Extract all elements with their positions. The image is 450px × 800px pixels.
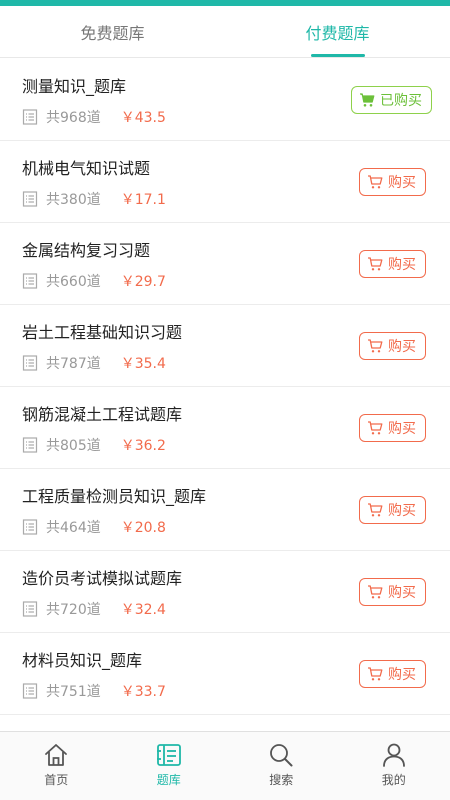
question-count: 共751道 bbox=[46, 684, 101, 700]
button-label: 购买 bbox=[388, 421, 416, 437]
item-title: 测量知识_题库 bbox=[22, 77, 127, 96]
list-item[interactable]: 工程质量检测员知识_题库 共464道 ￥20.8 购买 bbox=[0, 469, 450, 551]
price: ￥29.7 bbox=[120, 274, 166, 290]
item-title: 钢筋混凝土工程试题库 bbox=[22, 405, 183, 424]
document-list-icon bbox=[22, 191, 38, 207]
document-list-icon bbox=[22, 355, 38, 371]
buy-button[interactable]: 购买 bbox=[359, 578, 426, 606]
question-count: 共380道 bbox=[46, 192, 101, 208]
question-count: 共660道 bbox=[46, 274, 101, 290]
nav-label: 搜索 bbox=[269, 773, 294, 787]
home-icon bbox=[45, 744, 68, 766]
price: ￥20.8 bbox=[120, 520, 166, 536]
document-list-icon bbox=[22, 273, 38, 289]
item-meta: 共380道 ￥17.1 bbox=[22, 189, 166, 209]
question-bank-icon bbox=[156, 744, 181, 766]
item-meta: 共660道 ￥29.7 bbox=[22, 271, 166, 291]
list-item[interactable]: 测量知识_题库 共968道 ￥43.5 已购买 bbox=[0, 59, 450, 141]
buy-button[interactable]: 购买 bbox=[359, 496, 426, 524]
item-title: 岩土工程基础知识习题 bbox=[22, 323, 183, 342]
price: ￥33.7 bbox=[120, 684, 166, 700]
question-count: 共787道 bbox=[46, 356, 101, 372]
tab-label: 免费题库 bbox=[80, 23, 145, 43]
document-list-icon bbox=[22, 683, 38, 699]
button-label: 购买 bbox=[388, 175, 416, 191]
item-title: 金属结构复习习题 bbox=[22, 241, 151, 260]
question-count: 共464道 bbox=[46, 520, 101, 536]
buy-button[interactable]: 购买 bbox=[359, 168, 426, 196]
bottom-navigation: 首页 题库 搜索 我的 bbox=[0, 731, 450, 800]
item-title: 工程质量检测员知识_题库 bbox=[22, 487, 207, 506]
item-meta: 共751道 ￥33.7 bbox=[22, 681, 166, 701]
nav-label: 我的 bbox=[381, 773, 406, 787]
cart-icon bbox=[368, 667, 383, 681]
nav-label: 首页 bbox=[44, 773, 69, 787]
cart-icon bbox=[368, 503, 383, 517]
price: ￥43.5 bbox=[120, 110, 166, 126]
price: ￥36.2 bbox=[120, 438, 166, 454]
document-list-icon bbox=[22, 437, 38, 453]
item-meta: 共968道 ￥43.5 bbox=[22, 107, 166, 127]
item-meta: 共464道 ￥20.8 bbox=[22, 517, 166, 537]
buy-button[interactable]: 购买 bbox=[359, 250, 426, 278]
item-title: 造价员考试模拟试题库 bbox=[22, 569, 183, 588]
cart-icon bbox=[368, 585, 383, 599]
nav-home[interactable]: 首页 bbox=[0, 732, 113, 800]
nav-search[interactable]: 搜索 bbox=[225, 732, 338, 800]
active-tab-indicator bbox=[310, 54, 365, 57]
document-list-icon bbox=[22, 109, 38, 125]
item-meta: 共805道 ￥36.2 bbox=[22, 435, 166, 455]
tab-label: 付费题库 bbox=[305, 23, 370, 43]
tab-paid-bank[interactable]: 付费题库 bbox=[225, 6, 450, 57]
document-list-icon bbox=[22, 601, 38, 617]
price: ￥17.1 bbox=[120, 192, 166, 208]
nav-question-bank[interactable]: 题库 bbox=[113, 732, 226, 800]
cart-icon bbox=[368, 339, 383, 353]
purchased-button[interactable]: 已购买 bbox=[351, 86, 432, 114]
item-meta: 共720道 ￥32.4 bbox=[22, 599, 166, 619]
cart-icon bbox=[368, 257, 383, 271]
item-meta: 共787道 ￥35.4 bbox=[22, 353, 166, 373]
item-title: 机械电气知识试题 bbox=[22, 159, 151, 178]
document-list-icon bbox=[22, 519, 38, 535]
buy-button[interactable]: 购买 bbox=[359, 414, 426, 442]
list-item[interactable]: 钢筋混凝土工程试题库 共805道 ￥36.2 购买 bbox=[0, 387, 450, 469]
tab-bar: 免费题库 付费题库 bbox=[0, 6, 450, 58]
price: ￥32.4 bbox=[120, 602, 166, 618]
user-icon bbox=[382, 743, 405, 767]
cart-icon bbox=[368, 175, 383, 189]
button-label: 购买 bbox=[388, 257, 416, 273]
button-label: 购买 bbox=[388, 339, 416, 355]
button-label: 购买 bbox=[388, 503, 416, 519]
cart-icon bbox=[360, 93, 375, 107]
question-count: 共968道 bbox=[46, 110, 101, 126]
list-item[interactable]: 机械电气知识试题 共380道 ￥17.1 购买 bbox=[0, 141, 450, 223]
search-icon bbox=[270, 744, 293, 767]
price: ￥35.4 bbox=[120, 356, 166, 372]
button-label: 购买 bbox=[388, 667, 416, 683]
item-title: 材料员知识_题库 bbox=[22, 651, 143, 670]
list-item[interactable]: 材料员知识_题库 共751道 ￥33.7 购买 bbox=[0, 633, 450, 715]
question-bank-list: 测量知识_题库 共968道 ￥43.5 已购买 机械电气知识试题 共380道 ￥… bbox=[0, 59, 450, 731]
buy-button[interactable]: 购买 bbox=[359, 660, 426, 688]
question-count: 共805道 bbox=[46, 438, 101, 454]
nav-label: 题库 bbox=[156, 773, 181, 787]
tab-free-bank[interactable]: 免费题库 bbox=[0, 6, 225, 57]
question-count: 共720道 bbox=[46, 602, 101, 618]
buy-button[interactable]: 购买 bbox=[359, 332, 426, 360]
button-label: 购买 bbox=[388, 585, 416, 601]
list-item[interactable]: 金属结构复习习题 共660道 ￥29.7 购买 bbox=[0, 223, 450, 305]
nav-profile[interactable]: 我的 bbox=[338, 732, 450, 800]
cart-icon bbox=[368, 421, 383, 435]
list-item[interactable]: 造价员考试模拟试题库 共720道 ￥32.4 购买 bbox=[0, 551, 450, 633]
button-label: 已购买 bbox=[380, 93, 422, 109]
list-item[interactable]: 岩土工程基础知识习题 共787道 ￥35.4 购买 bbox=[0, 305, 450, 387]
